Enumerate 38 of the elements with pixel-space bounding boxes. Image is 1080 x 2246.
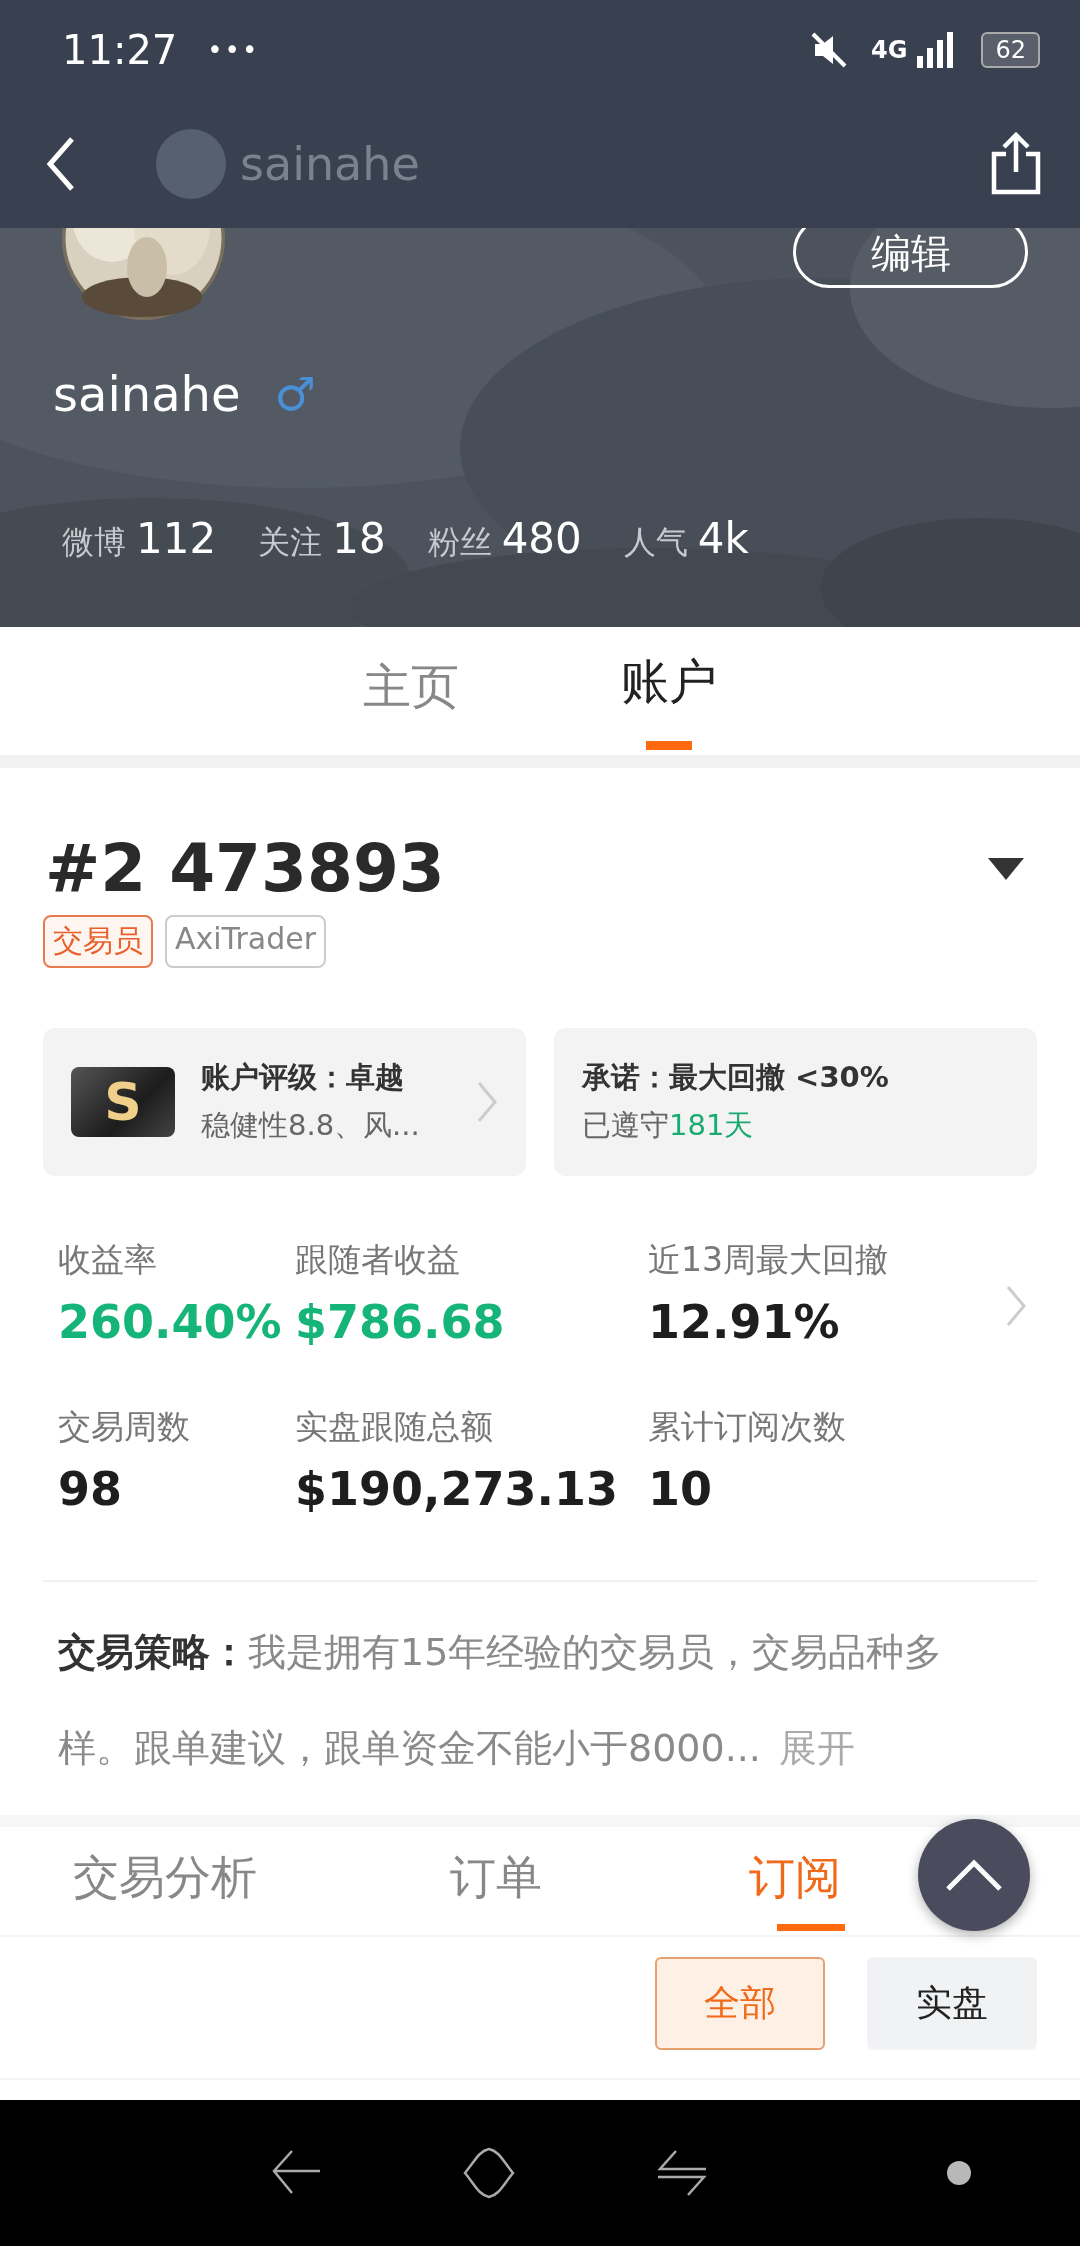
dropdown-icon[interactable] bbox=[988, 857, 1024, 880]
card-subtitle: 稳健性8.8、风... bbox=[201, 1107, 421, 1144]
metric-value: 10 bbox=[648, 1462, 713, 1516]
account-title: #2 473893 bbox=[45, 830, 445, 907]
account-tag: 交易员 bbox=[43, 915, 153, 968]
share-icon[interactable] bbox=[990, 132, 1042, 196]
metric-label: 累计订阅次数 bbox=[648, 1406, 847, 1448]
rating-card[interactable]: S 账户评级：卓越 稳健性8.8、风... bbox=[43, 1028, 526, 1176]
section-tab[interactable]: 交易分析 bbox=[0, 1827, 331, 1935]
metric-label: 近13周最大回撤 bbox=[648, 1239, 889, 1281]
metric-label: 跟随者收益 bbox=[295, 1239, 461, 1281]
strategy-text: 交易策略：我是拥有15年经验的交易员，交易品种多样。跟单建议，跟单资金不能小于8000... 展开 bbox=[58, 1629, 944, 1772]
metric-value: 260.40% bbox=[58, 1295, 283, 1349]
metric-value: $786.68 bbox=[295, 1295, 506, 1349]
card-subtitle: 已遵守181天 bbox=[582, 1107, 755, 1144]
section-tab[interactable]: 订单 bbox=[330, 1827, 662, 1935]
metric-value: 98 bbox=[58, 1462, 123, 1516]
back-icon[interactable] bbox=[46, 136, 76, 192]
metric-value: $190,273.13 bbox=[295, 1462, 619, 1516]
profile-tab[interactable]: 主页 bbox=[357, 627, 465, 755]
nav-title: sainahe bbox=[240, 137, 420, 191]
metric-value: 12.91% bbox=[648, 1295, 841, 1349]
metric-label: 实盘跟随总额 bbox=[295, 1406, 494, 1448]
metric-label: 收益率 bbox=[58, 1239, 158, 1281]
rating-badge: S bbox=[71, 1067, 175, 1137]
dot-icon[interactable] bbox=[946, 2161, 971, 2185]
card-title: 账户评级：卓越 bbox=[201, 1059, 405, 1096]
status-time: 11:27 bbox=[62, 27, 178, 73]
card-title: 承诺：最大回撤 <30% bbox=[582, 1059, 890, 1096]
filter-button[interactable]: 实盘 bbox=[867, 1957, 1037, 2050]
network-label: 4G bbox=[871, 36, 908, 64]
expand-link[interactable]: 展开 bbox=[779, 1726, 856, 1770]
status-more: ••• bbox=[207, 35, 260, 65]
account-tag: AxiTrader bbox=[165, 915, 327, 968]
battery-indicator: 62 bbox=[981, 32, 1040, 68]
metric-label: 交易周数 bbox=[58, 1406, 191, 1448]
filter-button[interactable]: 全部 bbox=[655, 1957, 825, 2050]
chevron-icon bbox=[476, 1080, 498, 1124]
